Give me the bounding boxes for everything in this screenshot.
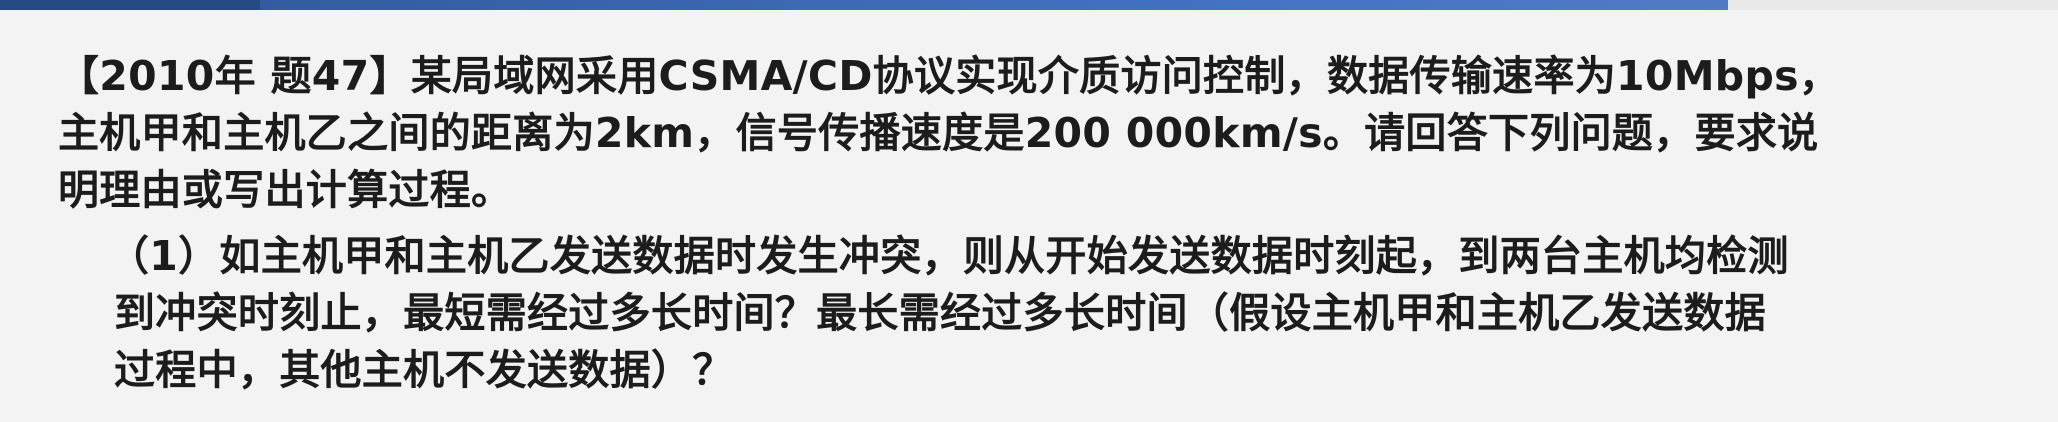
- sub-question-line: 过程中，其他主机不发送数据）？: [114, 346, 734, 394]
- question-line: 【2010年 题47】某局域网采用CSMA/CD协议实现介质访问控制，数据传输速…: [58, 52, 1841, 100]
- top-banner-right: [1728, 0, 2058, 10]
- sub-question-1: （1）如主机甲和主机乙发送数据时发生冲突，则从开始发送数据时刻起，到两台主机均检…: [108, 228, 1968, 399]
- top-banner: [0, 0, 2058, 10]
- top-banner-strip: [0, 0, 260, 10]
- sub-question-line: （1）如主机甲和主机乙发送数据时发生冲突，则从开始发送数据时刻起，到两台主机均检…: [108, 232, 1789, 280]
- question-line: 明理由或写出计算过程。: [58, 166, 513, 214]
- question-text: 【2010年 题47】某局域网采用CSMA/CD协议实现介质访问控制，数据传输速…: [58, 48, 1958, 219]
- sub-question-line: 到冲突时刻止，最短需经过多长时间？最长需经过多长时间（假设主机甲和主机乙发送数据: [114, 289, 1766, 337]
- question-line: 主机甲和主机乙之间的距离为2km，信号传播速度是200 000km/s。请回答下…: [58, 109, 1819, 157]
